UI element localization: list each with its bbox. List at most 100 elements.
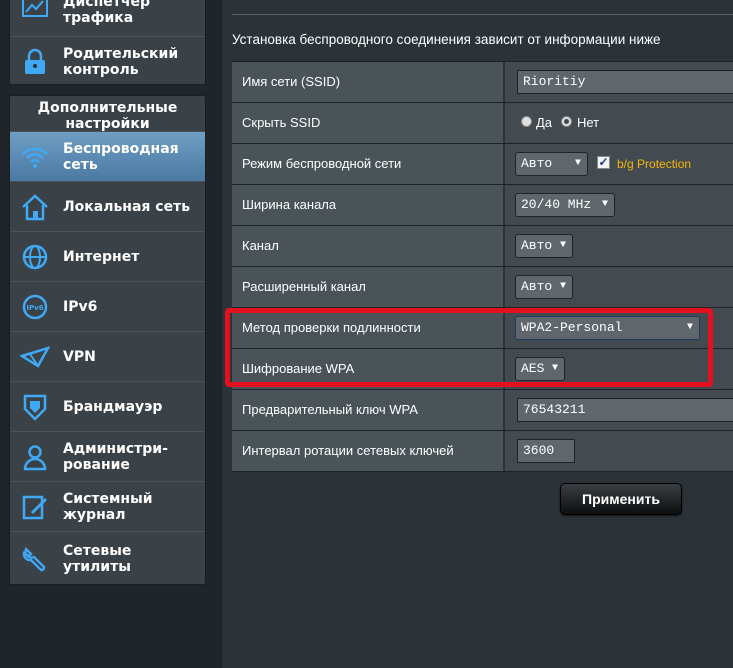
sidebar-item-label: Диспетчер трафика xyxy=(63,0,150,26)
shield-icon xyxy=(20,392,50,422)
sidebar-item-wireless[interactable]: Беспроводная сеть xyxy=(10,131,205,181)
row-channel-width: Ширина канала 20/40 MHz ▼ xyxy=(232,185,733,226)
row-wpa-encryption: Шифрование WPA AES ▼ xyxy=(232,349,733,390)
row-wpa-key: Предварительный ключ WPA 76543211 xyxy=(232,390,733,431)
bg-protection-checkbox[interactable]: ✓ xyxy=(597,156,610,169)
admin-user-icon xyxy=(20,442,50,472)
home-icon xyxy=(20,192,50,222)
channel-value: Авто xyxy=(521,238,553,253)
channel-width-select[interactable]: 20/40 MHz ▼ xyxy=(515,193,615,217)
wireless-mode-select[interactable]: Авто ▼ xyxy=(515,152,588,176)
wpa-encryption-select[interactable]: AES ▼ xyxy=(515,357,565,381)
wireless-mode-value: Авто xyxy=(521,156,553,171)
sidebar-item-label: VPN xyxy=(63,348,96,365)
wpa-key-label: Предварительный ключ WPA xyxy=(232,390,504,430)
sidebar-item-system-log[interactable]: Системный журнал xyxy=(10,481,205,531)
divider xyxy=(232,14,733,15)
row-key-rotation: Интервал ротации сетевых ключей 3600 xyxy=(232,431,733,472)
row-hide-ssid: Скрыть SSID Да Нет xyxy=(232,103,733,144)
chevron-down-icon: ▼ xyxy=(559,281,566,292)
auth-method-select[interactable]: WPA2-Personal ▼ xyxy=(515,316,700,340)
key-rotation-value-cell: 3600 xyxy=(505,431,733,471)
sidebar-item-label: Родительский контроль xyxy=(63,45,179,78)
hide-ssid-no-radio[interactable] xyxy=(561,116,572,127)
sidebar-item-label: Интернет xyxy=(63,248,140,265)
sidebar-item-label: Локальная сеть xyxy=(63,198,191,215)
sidebar-item-internet[interactable]: Интернет xyxy=(10,231,205,281)
info-text: Установка беспроводного соединения завис… xyxy=(232,32,661,47)
apply-button[interactable]: Применить xyxy=(560,483,682,515)
key-rotation-label: Интервал ротации сетевых ключей xyxy=(232,431,504,471)
hide-ssid-yes-label: Да xyxy=(536,115,553,130)
ssid-value-cell: Rioritiy xyxy=(505,62,733,102)
chevron-down-icon: ▼ xyxy=(574,158,581,169)
sidebar-item-vpn[interactable]: VPN xyxy=(10,331,205,381)
channel-width-label: Ширина канала xyxy=(232,185,504,225)
wifi-icon xyxy=(20,142,50,172)
auth-method-value-cell: WPA2-Personal ▼ xyxy=(505,308,733,348)
wireless-mode-value-cell: Авто ▼ ✓ b/g Protection xyxy=(505,144,733,184)
log-icon xyxy=(20,492,50,522)
ext-channel-value-cell: Авто ▼ xyxy=(505,267,733,307)
sidebar-item-label: Системный журнал xyxy=(63,490,153,523)
channel-select[interactable]: Авто ▼ xyxy=(515,234,573,258)
auth-method-label: Метод проверки подлинности xyxy=(232,308,504,348)
ext-channel-label: Расширенный канал xyxy=(232,267,504,307)
wpa-encryption-label: Шифрование WPA xyxy=(232,349,504,389)
group-title-advanced: Дополнительные настройки xyxy=(37,100,178,132)
wpa-encryption-value-cell: AES ▼ xyxy=(505,349,733,389)
ipv6-icon: IPv6 xyxy=(20,292,50,322)
sidebar-item-ipv6[interactable]: IPv6 IPv6 xyxy=(10,281,205,331)
hide-ssid-value-cell: Да Нет xyxy=(505,103,733,143)
sidebar-item-firewall[interactable]: Брандмауэр xyxy=(10,381,205,431)
traffic-icon xyxy=(20,0,50,22)
sidebar-item-label: Администри- рование xyxy=(63,440,168,473)
channel-label: Канал xyxy=(232,226,504,266)
wpa-key-input[interactable]: 76543211 xyxy=(517,398,733,422)
row-ext-channel: Расширенный канал Авто ▼ xyxy=(232,267,733,308)
wireless-mode-label: Режим беспроводной сети xyxy=(232,144,504,184)
tools-icon xyxy=(20,544,50,574)
row-channel: Канал Авто ▼ xyxy=(232,226,733,267)
row-auth-method: Метод проверки подлинности WPA2-Personal… xyxy=(232,308,733,349)
sidebar-item-label: Брандмауэр xyxy=(63,398,163,415)
ssid-input[interactable]: Rioritiy xyxy=(517,70,733,94)
sidebar-item-network-tools[interactable]: Сетевые утилиты xyxy=(10,531,205,585)
sidebar-item-parental-control[interactable]: Родительский контроль xyxy=(10,36,205,86)
sidebar: Диспетчер трафика Родительский контроль … xyxy=(0,0,222,668)
channel-value-cell: Авто ▼ xyxy=(505,226,733,266)
channel-width-value-cell: 20/40 MHz ▼ xyxy=(505,185,733,225)
menu-group-general: Диспетчер трафика Родительский контроль xyxy=(9,0,206,85)
svg-text:IPv6: IPv6 xyxy=(26,304,43,312)
key-rotation-input[interactable]: 3600 xyxy=(517,439,575,463)
hide-ssid-no-label: Нет xyxy=(577,115,600,130)
ssid-label: Имя сети (SSID) xyxy=(232,62,504,102)
row-wireless-mode: Режим беспроводной сети Авто ▼ ✓ b/g Pro… xyxy=(232,144,733,185)
sidebar-item-label: Сетевые утилиты xyxy=(63,542,132,575)
hide-ssid-yes-radio[interactable] xyxy=(521,116,532,127)
lock-icon xyxy=(20,47,50,77)
bg-protection-label: b/g Protection xyxy=(617,157,692,171)
channel-width-value: 20/40 MHz xyxy=(521,197,592,212)
vpn-icon xyxy=(20,342,50,372)
ext-channel-value: Авто xyxy=(521,279,553,294)
settings-table: Имя сети (SSID) Rioritiy Скрыть SSID Да … xyxy=(232,61,733,472)
menu-group-advanced: Дополнительные настройки Беспроводная се… xyxy=(9,95,206,585)
wpa-encryption-value: AES xyxy=(521,361,545,376)
hide-ssid-label: Скрыть SSID xyxy=(232,103,504,143)
sidebar-item-label: IPv6 xyxy=(63,298,98,315)
chevron-down-icon: ▼ xyxy=(601,199,608,210)
chevron-down-icon: ▼ xyxy=(686,322,693,333)
sidebar-item-lan[interactable]: Локальная сеть xyxy=(10,181,205,231)
globe-icon xyxy=(20,242,50,272)
sidebar-item-label: Беспроводная сеть xyxy=(63,140,179,173)
wpa-key-value-cell: 76543211 xyxy=(505,390,733,430)
sidebar-item-administration[interactable]: Администри- рование xyxy=(10,431,205,481)
chevron-down-icon: ▼ xyxy=(559,240,566,251)
main-panel: Установка беспроводного соединения завис… xyxy=(222,0,733,668)
chevron-down-icon: ▼ xyxy=(551,363,558,374)
row-ssid: Имя сети (SSID) Rioritiy xyxy=(232,62,733,103)
sidebar-item-traffic-manager[interactable]: Диспетчер трафика xyxy=(10,0,205,37)
auth-method-value: WPA2-Personal xyxy=(521,320,623,335)
ext-channel-select[interactable]: Авто ▼ xyxy=(515,275,573,299)
